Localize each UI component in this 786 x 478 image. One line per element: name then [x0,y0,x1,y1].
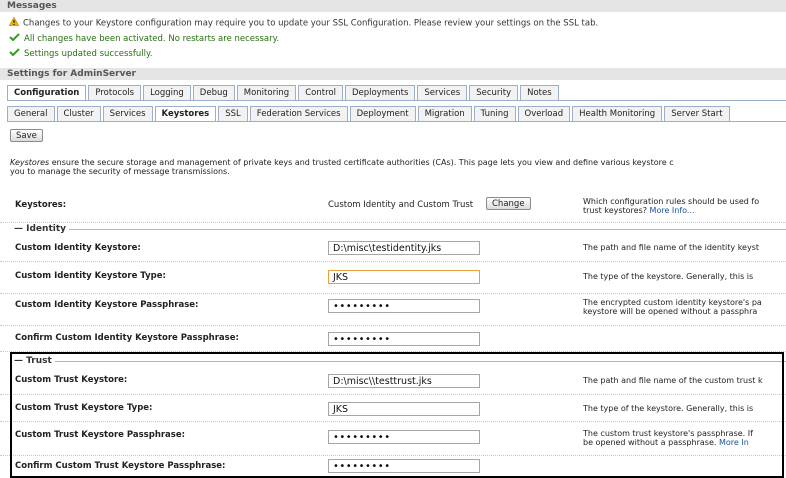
tab-debug[interactable]: Debug [192,85,235,100]
identity-passphrase-help: The encrypted custom identity keystore's… [583,298,786,316]
identity-legend-text: Identity [26,224,66,234]
keystores-more-info-link[interactable]: More Info... [650,206,695,215]
identity-keystore-label: Custom Identity Keystore: [15,243,141,253]
subtab-overload[interactable]: Overload [517,106,571,121]
message-warning: Changes to your Keystore configuration m… [8,16,599,29]
tab-services[interactable]: Services [417,85,468,100]
checkmark-icon [9,33,20,44]
secondary-tabs-divider [7,121,786,122]
message-success-updated-text: Settings updated successfully. [24,49,153,59]
settings-title: Settings for AdminServer [0,68,786,80]
message-warning-text: Changes to your Keystore configuration m… [23,18,599,29]
save-button[interactable]: Save [10,129,43,142]
subtab-deployment[interactable]: Deployment [349,106,416,121]
intro-text: Keystores ensure the secure storage and … [10,158,786,176]
change-keystores-button[interactable]: Change [486,197,531,210]
warning-icon [8,16,20,29]
message-success-activated: All changes have been activated. No rest… [9,33,279,44]
subtab-general[interactable]: General [7,106,55,121]
keystores-value: Custom Identity and Custom Trust [328,200,474,210]
identity-confirm-label: Confirm Custom Identity Keystore Passphr… [15,333,239,343]
intro-line2: you to manage the security of message tr… [10,167,230,176]
tab-deployments[interactable]: Deployments [344,85,416,100]
identity-legend: — Identity [11,224,69,234]
messages-title: Messages [0,0,786,12]
identity-passphrase-input[interactable]: ••••••••• [328,299,480,313]
intro-line1: ensure the secure storage and management… [49,158,674,167]
subtab-keystores[interactable]: Keystores [154,106,217,122]
tab-protocols[interactable]: Protocols [88,85,142,100]
primary-tabs-divider [7,100,786,101]
identity-type-help: The type of the keystore. Generally, thi… [583,272,754,281]
tab-control[interactable]: Control [298,85,343,100]
message-success-updated: Settings updated successfully. [9,48,152,59]
identity-keystore-help: The path and file name of the identity k… [583,243,760,252]
tab-monitoring[interactable]: Monitoring [236,85,297,100]
intro-lead: Keystores [10,158,50,167]
identity-fieldset-border [11,229,786,230]
keystores-help-line1: Which configuration rules should be used… [583,197,760,206]
subtab-server-start[interactable]: Server Start [664,106,730,121]
tab-logging[interactable]: Logging [143,85,191,100]
message-success-activated-text: All changes have been activated. No rest… [24,34,280,44]
tab-configuration[interactable]: Configuration [7,85,87,101]
identity-passphrase-help-line2: keystore will be opened without a passph… [583,307,758,316]
tab-notes[interactable]: Notes [520,85,559,100]
subtab-migration[interactable]: Migration [417,106,472,121]
keystores-help: Which configuration rules should be used… [583,197,786,215]
subtab-ssl[interactable]: SSL [218,106,248,121]
subtab-services[interactable]: Services [102,106,153,121]
subtab-tuning[interactable]: Tuning [473,106,516,121]
checkmark-icon [9,48,20,59]
subtab-health-monitoring[interactable]: Health Monitoring [572,106,663,121]
identity-type-input[interactable]: JKS [328,270,480,284]
secondary-tabs: General Cluster Services Keystores SSL F… [7,106,732,122]
identity-passphrase-help-line1: The encrypted custom identity keystore's… [583,298,762,307]
tab-security[interactable]: Security [469,85,519,100]
subtab-federation-services[interactable]: Federation Services [249,106,348,121]
identity-passphrase-label: Custom Identity Keystore Passphrase: [15,300,199,310]
identity-type-label: Custom Identity Keystore Type: [15,271,166,281]
keystores-help-line2: trust keystores? [583,206,647,215]
primary-tabs: Configuration Protocols Logging Debug Mo… [7,85,561,101]
identity-confirm-input[interactable]: ••••••••• [328,332,480,346]
keystores-label: Keystores: [15,200,67,210]
identity-keystore-input[interactable]: D:\misc\testidentity.jks [328,241,480,255]
trust-highlight-frame [10,352,784,478]
subtab-cluster[interactable]: Cluster [56,106,101,121]
